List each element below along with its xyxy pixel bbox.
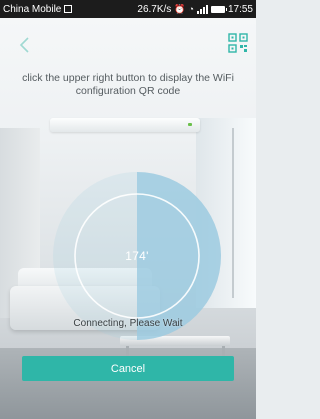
network-speed: 26.7K/s: [137, 3, 172, 15]
status-bar: China Mobile 26.7K/s ⏰ ◔ 17:55: [0, 0, 256, 18]
wifi-icon: ◔: [188, 3, 194, 14]
sim-card-icon: [64, 5, 73, 13]
status-left: China Mobile: [3, 3, 73, 15]
connecting-status-text: Connecting, Please Wait: [73, 318, 183, 329]
window-frame: [232, 128, 234, 298]
status-right: 26.7K/s ⏰ ◔ 17:55: [137, 4, 253, 15]
signal-icon: [196, 4, 208, 14]
instruction-text: click the upper right button to display …: [22, 72, 234, 97]
clock: 17:55: [227, 3, 253, 15]
battery-icon: [210, 5, 227, 13]
air-conditioner: [50, 118, 200, 132]
progress-ring: 174': [52, 171, 222, 341]
qr-code-button[interactable]: [228, 33, 248, 53]
chevron-left-icon: [19, 37, 29, 53]
qr-code-icon: [228, 33, 248, 53]
progress-value: 174': [125, 249, 149, 263]
alarm-icon: ⏰: [174, 3, 186, 14]
back-button[interactable]: [18, 36, 32, 54]
carrier-name: China Mobile: [3, 3, 62, 15]
cancel-button[interactable]: Cancel: [22, 356, 234, 381]
